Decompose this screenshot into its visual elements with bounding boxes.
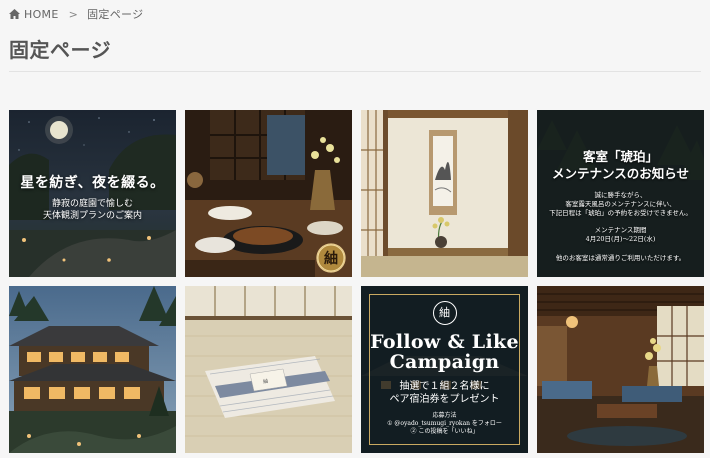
campaign-step-1: ① @oyado_tsumugi_ryokan をフォロー (387, 420, 502, 427)
maintenance-body-3: 下記日程は「琥珀」の予約をお受けできません。 (549, 209, 692, 217)
maintenance-body: 誠に勝手ながら、 客室露天風呂のメンテナンスに伴い、 下記日程は「琥珀」の予約を… (537, 191, 704, 218)
stargazing-text: 星を紡ぎ、夜を綴る。 静寂の庭園で愉しむ 天体観測プランのご案内 (9, 172, 176, 222)
maintenance-period-label: メンテナンス期間 (594, 226, 647, 234)
title-divider (9, 71, 701, 72)
tokonoma-image (361, 110, 528, 277)
maintenance-body-2: 客室露天風呂のメンテナンスに伴い、 (565, 200, 676, 208)
seal-badge: 紬 (317, 244, 345, 272)
seal-char: 紬 (324, 250, 338, 267)
breadcrumb-home-label: HOME (24, 7, 59, 21)
feed-post-tokonoma[interactable] (361, 110, 528, 277)
campaign-heading-2: Campaign (389, 351, 500, 373)
stargazing-sub-2: 天体観測プランのご案内 (42, 211, 142, 221)
maintenance-heading-2: メンテナンスのお知らせ (551, 166, 689, 181)
home-icon (9, 9, 20, 19)
maintenance-footer: 他のお客室は通常通りご利用いただけます。 (555, 254, 686, 262)
breadcrumb-home-link[interactable]: HOME (9, 8, 59, 21)
maintenance-period: メンテナンス期間 4月20日(月)〜22日(水) (537, 226, 704, 244)
feed-post-exterior[interactable] (9, 286, 176, 453)
campaign-heading-1: Follow & Like (370, 331, 519, 353)
feed-post-yukata[interactable]: 紬 (185, 286, 352, 453)
feed-post-maintenance[interactable]: 客室「琥珀」 メンテナンスのお知らせ 誠に勝手ながら、 客室露天風呂のメンテナン… (537, 110, 704, 277)
feed-post-dinner[interactable]: 紬 (185, 110, 352, 277)
page-title: 固定ページ (9, 38, 112, 62)
feed-post-lounge[interactable] (537, 286, 704, 453)
maintenance-heading-1: 客室「琥珀」 (582, 149, 658, 164)
campaign-apply: 応募方法 ① @oyado_tsumugi_ryokan をフォロー ② この投… (361, 412, 528, 436)
maintenance-body-1: 誠に勝手ながら、 (594, 191, 647, 199)
breadcrumb: HOME > 固定ページ (9, 6, 143, 22)
instagram-feed-grid: 星を紡ぎ、夜を綴る。 静寂の庭園で愉しむ 天体観測プランのご案内 紬 客室「琥珀… (9, 110, 704, 453)
breadcrumb-current: 固定ページ (87, 8, 144, 21)
breadcrumb-separator: > (68, 7, 79, 21)
lounge-image (537, 286, 704, 453)
feed-post-campaign[interactable]: 紬 Follow & Like Campaign 抽選で１組２名様に ペア宿泊券… (361, 286, 528, 453)
maintenance-period-dates: 4月20日(月)〜22日(水) (585, 235, 656, 243)
campaign-logo: 紬 (432, 301, 457, 325)
campaign-step-2: ② この投稿を「いいね」 (410, 428, 479, 435)
campaign-text: 紬 Follow & Like Campaign 抽選で１組２名様に ペア宿泊券… (361, 301, 528, 436)
yukata-tag-text: 紬 (262, 378, 269, 386)
maintenance-text: 客室「琥珀」 メンテナンスのお知らせ 誠に勝手ながら、 客室露天風呂のメンテナン… (537, 148, 704, 262)
feed-post-stargazing[interactable]: 星を紡ぎ、夜を綴る。 静寂の庭園で愉しむ 天体観測プランのご案内 (9, 110, 176, 277)
stargazing-heading: 星を紡ぎ、夜を綴る。 (20, 175, 165, 191)
campaign-apply-label: 応募方法 (432, 412, 457, 419)
yukata-image (185, 286, 352, 453)
ryokan-exterior-image (9, 286, 176, 453)
campaign-sub-2: ペア宿泊券をプレゼント (389, 394, 500, 405)
campaign-sub-1: 抽選で１組２名様に (399, 381, 490, 392)
stargazing-sub-1: 静寂の庭園で愉しむ (51, 199, 133, 209)
